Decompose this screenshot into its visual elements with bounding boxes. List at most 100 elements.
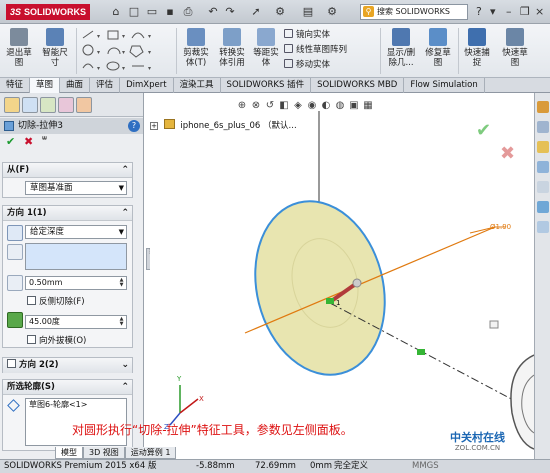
flip-side-box[interactable]	[27, 296, 36, 305]
zoom-to-fit-icon[interactable]: ⊕	[235, 99, 249, 113]
feature-tree-tab-icon[interactable]	[4, 97, 20, 113]
hide-show-icon[interactable]: ◐	[319, 99, 333, 113]
previous-view-icon[interactable]: ↺	[263, 99, 277, 113]
reverse-direction-icon[interactable]	[7, 225, 23, 241]
depth-spinner[interactable]: ▲ ▼	[118, 278, 125, 288]
close-icon[interactable]: ×	[535, 4, 544, 19]
expand-plus-icon[interactable]: +	[150, 122, 158, 130]
tab-3d-views[interactable]: 3D 视图	[83, 447, 125, 459]
move-entities-button[interactable]: 移动实体	[284, 59, 330, 71]
convert-entities-button[interactable]: 转换实 体引用	[214, 28, 250, 68]
help-icon[interactable]: ?	[476, 4, 482, 19]
direction-selection-box[interactable]	[25, 243, 127, 270]
direction1-group-header[interactable]: 方向 1(1) ⌃	[3, 206, 132, 221]
solidworks-logo[interactable]: 3S SOLIDWORKS	[6, 4, 91, 20]
display-delete-relations-button[interactable]: 显示/删 除几...	[382, 28, 420, 68]
tab-sketch[interactable]: 草图	[30, 78, 61, 93]
property-manager-tab-icon[interactable]	[22, 97, 38, 113]
tab-render-tools[interactable]: 渲染工具	[174, 78, 221, 93]
view-settings-icon[interactable]: ▦	[361, 99, 375, 113]
help-dropdown-icon[interactable]: ▾	[490, 4, 496, 19]
apply-scene-icon[interactable]: ▣	[347, 99, 361, 113]
expand-chevron-icon[interactable]: ⌄	[121, 358, 129, 373]
redo-icon[interactable]: ↷	[222, 4, 238, 19]
draft-angle-input[interactable]: 45.00度 ▲ ▼	[25, 315, 127, 329]
linear-pattern-button[interactable]: 线性草图阵列	[284, 44, 347, 56]
rapid-sketch-button[interactable]: 快速草 图	[498, 28, 532, 68]
home-icon[interactable]: ⌂	[108, 4, 124, 19]
tab-surfaces[interactable]: 曲面	[60, 78, 91, 93]
direction2-group-header[interactable]: 方向 2(2) ⌄	[3, 358, 132, 373]
tab-dimxpert[interactable]: DimXpert	[120, 78, 174, 93]
search-scope-icon[interactable]: ⚲	[363, 6, 374, 17]
new-document-icon[interactable]: □	[126, 4, 142, 19]
smart-dimension-button[interactable]: 智能尺 寸	[38, 28, 72, 68]
display-manager-tab-icon[interactable]	[76, 97, 92, 113]
orientation-triad	[169, 385, 199, 426]
graphics-area[interactable]: 1 ✔ ✖ Ø1.90 Y X Z	[150, 93, 534, 459]
draft-outward-box[interactable]	[27, 335, 36, 344]
direction2-box[interactable]	[7, 359, 16, 368]
view-orientation-icon[interactable]: ◈	[291, 99, 305, 113]
repair-sketch-button[interactable]: 修复草 图	[422, 28, 454, 68]
forum-icon[interactable]	[537, 221, 549, 233]
section-view-icon[interactable]: ◧	[277, 99, 291, 113]
preview-glasses-icon[interactable]: ᐜ	[42, 135, 47, 149]
save-icon[interactable]: ▪	[162, 4, 178, 19]
depth-input[interactable]: 0.50mm ▲ ▼	[25, 276, 127, 290]
print-icon[interactable]: ⎙	[180, 4, 196, 19]
tab-model[interactable]: 模型	[55, 447, 83, 459]
flyout-feature-tree-root[interactable]: + iphone_6s_plus_06 （默认...	[150, 119, 297, 132]
direction2-checkbox[interactable]: 方向 2(2)	[7, 359, 59, 370]
file-properties-icon[interactable]: ▤	[300, 4, 316, 19]
contour-list-item[interactable]: 草图6-轮廓<1>	[29, 400, 87, 409]
from-group-header[interactable]: 从(F) ⌃	[3, 163, 132, 178]
tab-addins[interactable]: SOLIDWORKS 插件	[221, 78, 312, 93]
solidworks-resources-icon[interactable]	[537, 101, 549, 113]
file-explorer-icon[interactable]	[537, 141, 549, 153]
tab-motion-study[interactable]: 运动算例 1	[124, 447, 177, 459]
tab-mbd[interactable]: SOLIDWORKS MBD	[311, 78, 405, 93]
draft-toggle-icon[interactable]	[7, 312, 23, 328]
offset-entities-button[interactable]: 等距实 体	[250, 28, 282, 68]
draft-angle-spinner[interactable]: ▲ ▼	[118, 317, 125, 327]
select-arrow-icon[interactable]: ➚	[248, 4, 264, 19]
search-input[interactable]: ⚲ 搜索 SOLIDWORKS	[360, 4, 468, 20]
draft-outward-checkbox[interactable]: 向外拔模(O)	[27, 335, 86, 347]
quick-snaps-button[interactable]: 快速捕 捉	[460, 28, 494, 68]
tab-flow-simulation[interactable]: Flow Simulation	[404, 78, 485, 93]
undo-icon[interactable]: ↶	[205, 4, 221, 19]
selected-contours-header[interactable]: 所选轮廓(S) ⌃	[3, 380, 132, 395]
minimize-icon[interactable]: –	[506, 4, 512, 19]
mirror-entities-button[interactable]: 镜向实体	[284, 29, 330, 41]
display-style-icon[interactable]: ◉	[305, 99, 319, 113]
status-units[interactable]: MMGS	[412, 460, 439, 473]
rebuild-icon[interactable]: ⚙	[272, 4, 288, 19]
view-palette-icon[interactable]	[537, 161, 549, 173]
restore-icon[interactable]: ❐	[520, 4, 530, 19]
collapse-chevron-icon[interactable]: ⌃	[121, 163, 129, 178]
flip-side-checkbox[interactable]: 反侧切除(F)	[27, 296, 85, 308]
tab-evaluate[interactable]: 评估	[90, 78, 121, 93]
appearances-icon[interactable]	[537, 181, 549, 193]
collapse-chevron-icon[interactable]: ⌃	[121, 206, 129, 221]
dimxpert-manager-tab-icon[interactable]	[58, 97, 74, 113]
tab-features[interactable]: 特征	[0, 78, 31, 93]
custom-properties-icon[interactable]	[537, 201, 549, 213]
open-folder-icon[interactable]: ▭	[144, 4, 160, 19]
trim-entities-button[interactable]: 剪裁实 体(T)	[178, 28, 214, 68]
exit-sketch-button[interactable]: 退出草 图	[4, 28, 34, 68]
zoom-area-icon[interactable]: ⊗	[249, 99, 263, 113]
from-start-dropdown[interactable]: 草图基准面 ▼	[25, 181, 127, 195]
dimension-label[interactable]: Ø1.90	[490, 223, 511, 231]
edit-appearance-icon[interactable]: ◍	[333, 99, 347, 113]
collapse-chevron-icon[interactable]: ⌃	[121, 380, 129, 395]
help-icon[interactable]: ?	[128, 120, 140, 132]
ok-button[interactable]: ✔	[6, 135, 15, 149]
cancel-button[interactable]: ✖	[24, 135, 33, 149]
design-library-icon[interactable]	[537, 121, 549, 133]
sketch-tools-grid[interactable]: ▾ ▾ ▾ ▾ ▾ ▾ ▾ ▾ ▾	[80, 28, 174, 74]
configuration-manager-tab-icon[interactable]	[40, 97, 56, 113]
options-gear-icon[interactable]: ⚙	[324, 4, 340, 19]
end-condition-dropdown[interactable]: 给定深度 ▼	[25, 225, 127, 239]
